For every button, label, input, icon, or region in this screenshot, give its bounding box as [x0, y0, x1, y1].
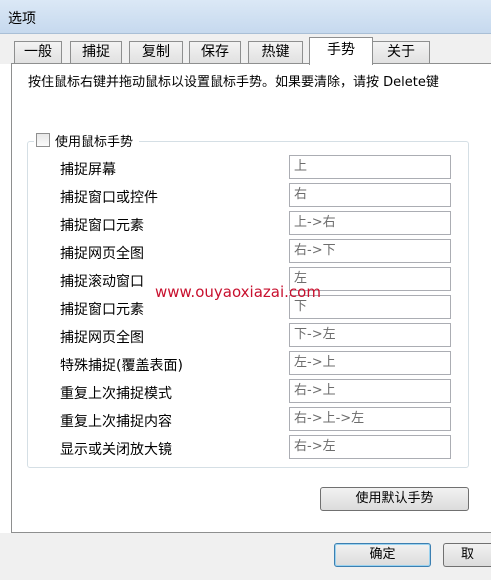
row-label-capture-screen: 捕捉屏幕 — [60, 162, 116, 178]
row-label-capture-scroll-window: 捕捉滚动窗口 — [60, 274, 144, 290]
cancel-button[interactable]: 取 — [443, 543, 491, 567]
enable-gesture-checkbox[interactable] — [36, 133, 50, 147]
row-label-toggle-magnifier: 显示或关闭放大镜 — [60, 442, 172, 458]
tab-copy[interactable]: 复制 — [129, 41, 183, 64]
row-label-capture-full-page: 捕捉网页全图 — [60, 246, 144, 262]
tab-general[interactable]: 一般 — [14, 41, 62, 64]
row-label-capture-window-element-2: 捕捉窗口元素 — [60, 302, 144, 318]
row-label-capture-window-element: 捕捉窗口元素 — [60, 218, 144, 234]
window-title: 选项 — [8, 11, 36, 27]
tab-strip: 一般 捕捉 复制 保存 热键 手势 关于 — [0, 34, 491, 65]
row-label-capture-window: 捕捉窗口或控件 — [60, 190, 158, 206]
ok-button[interactable]: 确定 — [334, 543, 431, 567]
tab-hotkeys[interactable]: 热键 — [248, 41, 303, 64]
gesture-field-toggle-magnifier[interactable]: 右->左 — [289, 435, 451, 459]
enable-gesture-legend[interactable]: 使用鼠标手势 — [34, 130, 140, 150]
watermark-text: www.ouyaoxiazai.com — [155, 283, 321, 301]
title-bar: 选项 — [0, 0, 491, 34]
tab-gestures[interactable]: 手势 — [309, 37, 373, 65]
row-label-repeat-last-content: 重复上次捕捉内容 — [60, 414, 172, 430]
gesture-field-capture-window-element[interactable]: 上->右 — [289, 211, 451, 235]
row-label-special-capture: 特殊捕捉(覆盖表面) — [60, 358, 183, 374]
gesture-field-special-capture[interactable]: 左->上 — [289, 351, 451, 375]
gesture-field-capture-full-page-2[interactable]: 下->左 — [289, 323, 451, 347]
gesture-field-capture-full-page[interactable]: 右->下 — [289, 239, 451, 263]
gesture-field-repeat-last-mode[interactable]: 右->上 — [289, 379, 451, 403]
gesture-description: 按住鼠标右键并拖动鼠标以设置鼠标手势。如果要清除，请按 Delete键 — [28, 75, 439, 90]
row-label-repeat-last-mode: 重复上次捕捉模式 — [60, 386, 172, 402]
use-default-gestures-button[interactable]: 使用默认手势 — [320, 487, 469, 511]
gesture-field-capture-window[interactable]: 右 — [289, 183, 451, 207]
enable-gesture-label: 使用鼠标手势 — [55, 134, 134, 150]
tab-about[interactable]: 关于 — [372, 41, 430, 64]
row-label-capture-full-page-2: 捕捉网页全图 — [60, 330, 144, 346]
tab-save[interactable]: 保存 — [189, 41, 241, 64]
gesture-field-capture-screen[interactable]: 上 — [289, 155, 451, 179]
gesture-field-repeat-last-content[interactable]: 右->上->左 — [289, 407, 451, 431]
tab-capture[interactable]: 捕捉 — [70, 41, 122, 64]
